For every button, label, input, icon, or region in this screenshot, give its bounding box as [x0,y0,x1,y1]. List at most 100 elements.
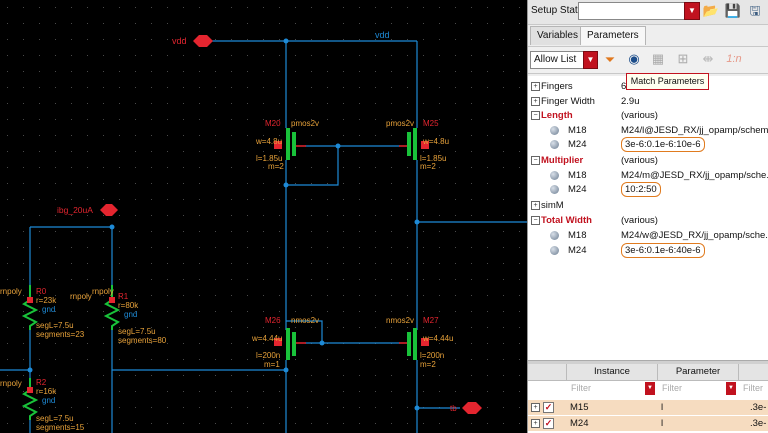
parameter-filter-input[interactable]: Filter ▼ [658,381,738,397]
save-icon[interactable]: 🖫 [745,2,765,20]
value-filter-input[interactable]: Filter [739,381,768,397]
parameters-tree: + Fingers 6 + Finger Width 2.9u − Length… [528,76,768,360]
m27-name: M27 [423,316,439,325]
param-row-length-m24[interactable]: M24 3e-6:0.1e-6:10e-6 [528,137,768,152]
instance-icon [550,171,559,180]
m27-type: nmos2v [386,316,414,325]
tab-variables[interactable]: Variables [530,26,585,45]
r2-segl: segL=7.5u [36,414,74,423]
m26-m: m=1 [264,360,280,369]
left-rnpoly-label-2: rnpoly [0,379,22,388]
param-row-simm[interactable]: + simM [528,198,768,213]
left-rnpoly-label: rnpoly [0,287,22,296]
r0-segl: segL=7.5u [36,321,74,330]
r0-name: R0 [36,287,47,296]
column-header-instance[interactable]: Instance [567,364,658,381]
tab-parameters[interactable]: Parameters [580,26,646,45]
r0-r: r=23k [36,296,57,305]
param-section-length[interactable]: − Length (various) [528,108,768,123]
hierarchy-icon[interactable]: ⊞ [673,50,693,68]
expand-icon[interactable]: + [531,403,540,412]
r2-gnd: gnd [42,396,55,405]
r2-name: R2 [36,378,47,387]
length-sweep-value[interactable]: 3e-6:0.1e-6:10e-6 [621,137,705,152]
parameters-panel: Setup State: ▼ 📂 💾 🖫 Variables Parameter… [527,0,768,433]
r1-segl: segL=7.5u [118,327,156,336]
collapse-icon[interactable]: − [531,216,540,225]
param-row-finger-width[interactable]: + Finger Width 2.9u [528,94,768,109]
param-row-width-m24[interactable]: M24 3e-6:0.1e-6:40e-6 [528,243,768,258]
param-row-width-m18[interactable]: M18 M24/w@JESD_RX/jj_opamp/sche... [528,228,768,243]
param-section-multiplier[interactable]: − Multiplier (various) [528,153,768,168]
m27-m: m=2 [420,360,436,369]
schematic-canvas[interactable]: vdd vdd ibg_20uA M20 pmos2v w=4.8u l=1.8… [0,0,527,433]
eye-icon[interactable]: ◉ [624,50,644,68]
multiplier-sweep-value[interactable]: 10:2:50 [621,182,661,197]
chevron-down-icon[interactable]: ▼ [726,382,736,395]
instance-table: Instance Parameter Filter ▼ Filter ▼ Fil… [528,364,768,433]
m27-l: l=200n [420,351,444,360]
instance-icon [550,140,559,149]
vdd-pin-label: vdd [172,36,187,46]
m20-type: pmos2v [291,119,319,128]
r1-gnd: gnd [124,310,137,319]
column-header-value[interactable] [739,364,768,381]
m25-type: pmos2v [386,119,414,128]
r1-segs: segments=80 [118,336,167,345]
m26-name: M26 [265,316,281,325]
r1-r: r=80k [118,301,139,310]
instance-icon [550,126,559,135]
table-icon[interactable]: ▦ [648,50,668,68]
instance-icon [550,246,559,255]
table-row[interactable]: + ✓ M15 l .3e- [528,400,768,415]
parameters-toolbar: Allow List ▼ ⏷ ◉ ▦ ⊞ ⇼ 1:n [528,46,768,74]
match-parameters-tooltip: Match Parameters [626,73,709,90]
vdd-net-label: vdd [375,30,390,40]
column-header-select[interactable] [528,364,567,381]
filter-icon[interactable]: ⏷ [600,51,620,69]
collapse-icon[interactable]: − [531,111,540,120]
m26-w: w=4.44u [251,334,282,343]
expand-icon[interactable]: + [531,97,540,106]
output-pin-label: tb [450,404,457,413]
m27-w: w=4.44u [422,334,453,343]
m20-name: M20 [265,119,281,128]
row-checkbox[interactable]: ✓ [543,402,554,413]
ratio-icon[interactable]: 1:n [724,50,744,68]
chevron-down-icon[interactable]: ▼ [583,51,598,69]
expand-icon[interactable]: + [531,419,540,428]
save-state-icon[interactable]: 💾 [723,2,743,20]
r0-type: rnpoly [70,292,92,301]
expand-icon[interactable]: + [531,201,540,210]
column-header-parameter[interactable]: Parameter [658,364,739,381]
param-row-multiplier-m24[interactable]: M24 10:2:50 [528,182,768,197]
folder-open-icon[interactable]: 📂 [701,2,721,20]
r0-gnd: gnd [42,305,55,314]
width-sweep-value[interactable]: 3e-6:0.1e-6:40e-6 [621,243,705,258]
chevron-down-icon[interactable]: ▼ [684,2,700,20]
expand-icon[interactable]: + [531,82,540,91]
m20-m: m=2 [268,162,284,171]
tab-bar: Variables Parameters [528,26,768,46]
r2-r: r=16k [36,387,57,396]
chevron-down-icon[interactable]: ▼ [645,382,655,395]
setup-state-select[interactable]: ▼ [578,2,700,20]
instance-filter-input[interactable]: Filter ▼ [567,381,657,397]
param-row-length-m18[interactable]: M18 M24/l@JESD_RX/jj_opamp/schem... [528,123,768,138]
collapse-icon[interactable]: − [531,156,540,165]
param-row-multiplier-m18[interactable]: M18 M24/m@JESD_RX/jj_opamp/sche... [528,168,768,183]
m26-l: l=200n [256,351,280,360]
r1-name: R1 [118,292,129,301]
m25-w: w=4.8u [422,137,449,146]
setup-state-bar: Setup State: ▼ 📂 💾 🖫 [528,0,768,25]
m25-name: M25 [423,119,439,128]
r1-type: rnpoly [92,287,114,296]
row-checkbox[interactable]: ✓ [543,418,554,429]
param-section-total-width[interactable]: − Total Width (various) [528,213,768,228]
filter-mode-select[interactable]: Allow List ▼ [530,51,598,69]
link-icon[interactable]: ⇼ [698,50,718,68]
instance-icon [550,231,559,240]
instance-icon [550,185,559,194]
table-row[interactable]: + ✓ M24 l .3e- [528,416,768,431]
r0-segs: segments=23 [36,330,85,339]
